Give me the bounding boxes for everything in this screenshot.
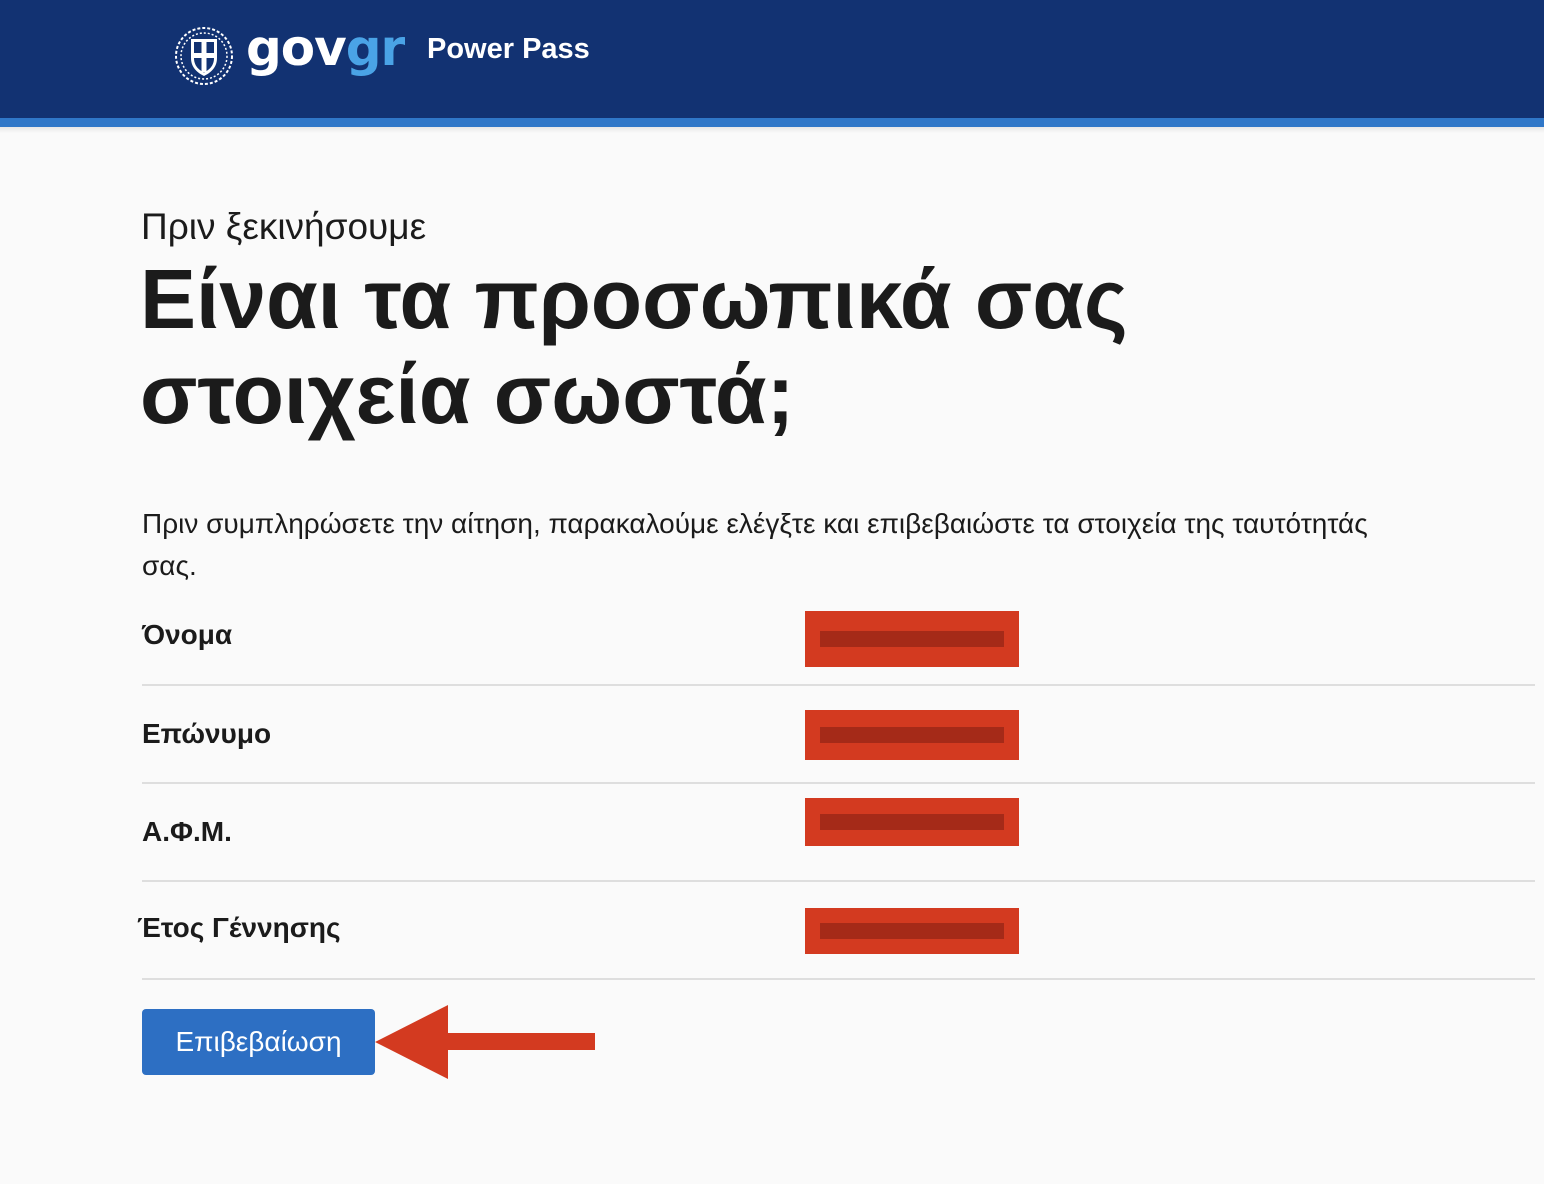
app-name[interactable]: Power Pass xyxy=(427,30,590,68)
header-accent-stripe xyxy=(0,118,1544,127)
header-shadow xyxy=(0,127,1544,133)
field-label-birth-year: Έτος Γέννησης xyxy=(137,912,341,943)
field-row-first-name: Όνομα xyxy=(142,603,1535,686)
intro-text: Πριν συμπληρώσετε την αίτηση, παρακαλούμ… xyxy=(142,508,1368,581)
field-row-tax-id: Α.Φ.Μ. xyxy=(142,784,1535,882)
redacted-value-surname xyxy=(805,710,1019,760)
annotation-arrow-icon xyxy=(375,1005,595,1079)
field-label-surname: Επώνυμο xyxy=(142,718,272,749)
logo-gr-text: gr xyxy=(345,19,405,77)
field-row-birth-year: Έτος Γέννησης xyxy=(137,882,1535,980)
redacted-value-birth-year xyxy=(805,908,1019,954)
redacted-value-tax-id xyxy=(805,798,1019,846)
field-row-surname: Επώνυμο xyxy=(142,686,1535,784)
logo-gov-text: gov xyxy=(246,19,347,77)
confirm-button[interactable]: Επιβεβαίωση xyxy=(142,1009,375,1075)
field-label-first-name: Όνομα xyxy=(142,619,233,650)
greek-coat-of-arms-icon xyxy=(175,27,233,85)
redacted-value-first-name xyxy=(805,611,1019,667)
page-caption: Πριν ξεκινήσουμε xyxy=(141,206,427,247)
page-title: Είναι τα προσωπικά σας στοιχεία σωστά; xyxy=(140,252,1128,441)
govgr-logo[interactable]: govgr xyxy=(246,18,405,78)
field-label-tax-id: Α.Φ.Μ. xyxy=(142,816,232,847)
